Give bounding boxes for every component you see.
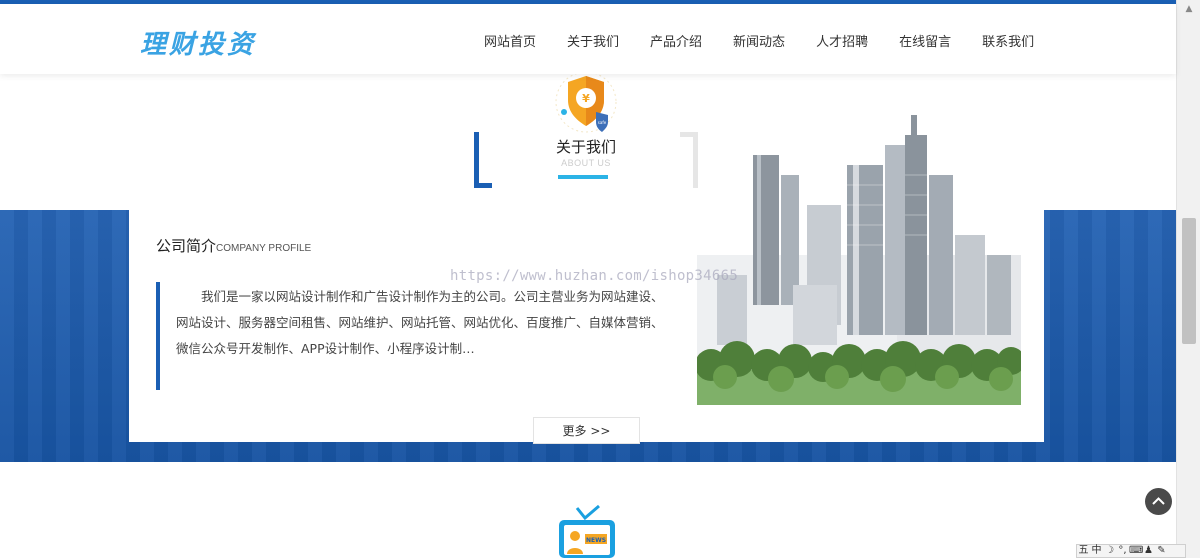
ime-item[interactable]: 中	[1090, 545, 1103, 557]
ime-item[interactable]: ♟	[1142, 545, 1155, 557]
ime-item[interactable]: °,	[1116, 545, 1129, 557]
scroll-thumb[interactable]	[1182, 218, 1196, 344]
site-header: 理财投资 网站首页 关于我们 产品介绍 新闻动态 人才招聘 在线留言 联系我们	[0, 4, 1176, 74]
nav-item-jobs[interactable]: 人才招聘	[816, 31, 868, 50]
ime-item[interactable]: ✎	[1155, 545, 1168, 557]
about-title: 关于我们	[555, 138, 616, 156]
nav-item-news[interactable]: 新闻动态	[733, 31, 785, 50]
profile-title: 公司简介COMPANY PROFILE	[156, 235, 311, 256]
page-scrollbar[interactable]: ▲	[1176, 0, 1200, 558]
city-skyline-image	[697, 115, 1021, 405]
nav-item-message[interactable]: 在线留言	[899, 31, 951, 50]
back-to-top-button[interactable]	[1145, 488, 1172, 515]
watermark-text: https://www.huzhan.com/ishop34665	[450, 268, 739, 284]
nav-item-about[interactable]: 关于我们	[567, 31, 619, 50]
chevron-up-icon	[1152, 497, 1165, 505]
profile-title-en: COMPANY PROFILE	[216, 243, 312, 254]
ime-item[interactable]: ⌨	[1129, 545, 1143, 557]
ime-toolbar: 五 中 ☽ °, ⌨ ♟ ✎	[1076, 544, 1186, 558]
news-icon-text: NEWS	[586, 537, 606, 544]
about-subtitle: ABOUT US	[561, 158, 611, 168]
nav-item-products[interactable]: 产品介绍	[650, 31, 702, 50]
main-nav: 网站首页 关于我们 产品介绍 新闻动态 人才招聘 在线留言 联系我们	[484, 31, 1065, 50]
profile-title-zh: 公司简介	[156, 237, 217, 255]
svg-text:safe: safe	[598, 120, 607, 125]
news-tv-icon: NEWS	[559, 504, 615, 558]
profile-text: 我们是一家以网站设计制作和广告设计制作为主的公司。公司主营业务为网站建设、网站设…	[176, 289, 664, 356]
profile-accent-bar	[156, 282, 160, 390]
scroll-up-arrow[interactable]: ▲	[1177, 0, 1200, 18]
shield-yen-icon: ¥ safe	[555, 71, 617, 133]
bracket-right	[680, 132, 698, 188]
svg-text:¥: ¥	[582, 92, 590, 105]
ime-item[interactable]: ☽	[1103, 545, 1116, 557]
nav-item-contact[interactable]: 联系我们	[982, 31, 1034, 50]
about-underline	[558, 175, 608, 179]
bracket-left	[474, 132, 492, 188]
site-logo[interactable]: 理财投资	[140, 24, 256, 61]
ime-item[interactable]: 五	[1077, 545, 1090, 557]
page: 理财投资 网站首页 关于我们 产品介绍 新闻动态 人才招聘 在线留言 联系我们 …	[0, 0, 1200, 558]
nav-item-home[interactable]: 网站首页	[484, 31, 536, 50]
more-button[interactable]: 更多 >>	[533, 417, 640, 444]
